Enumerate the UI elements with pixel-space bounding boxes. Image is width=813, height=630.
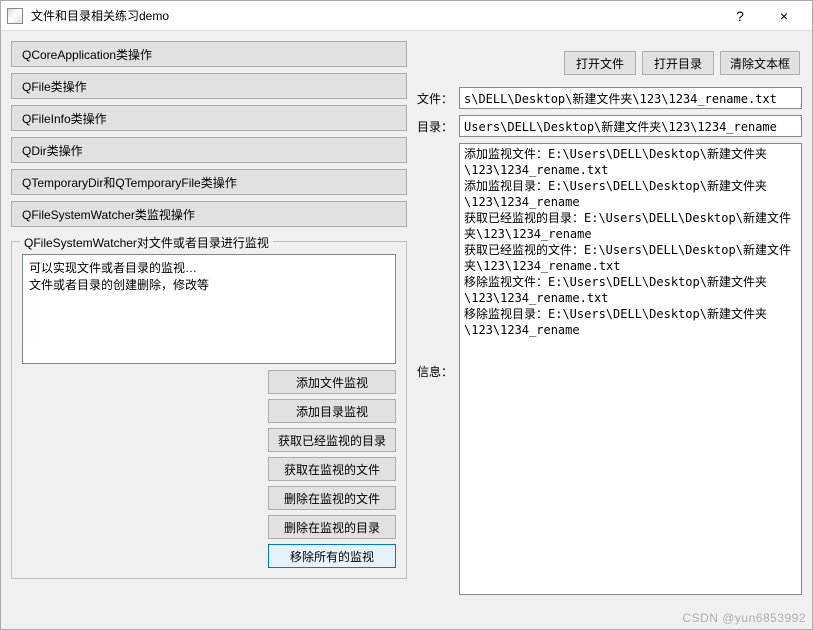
- clear-textbox-button[interactable]: 清除文本框: [720, 51, 800, 75]
- app-window: 文件和目录相关练习demo ? × QCoreApplication类操作 QF…: [0, 0, 813, 630]
- open-dir-button[interactable]: 打开目录: [642, 51, 714, 75]
- file-input[interactable]: [459, 87, 802, 109]
- add-file-watch-button[interactable]: 添加文件监视: [268, 370, 396, 394]
- qfilesystemwatcher-button[interactable]: QFileSystemWatcher类监视操作: [11, 201, 407, 227]
- watcher-groupbox: QFileSystemWatcher对文件或者目录进行监视 可以实现文件或者目录…: [11, 241, 407, 579]
- app-icon: [7, 8, 23, 24]
- watcher-button-stack: 添加文件监视 添加目录监视 获取已经监视的目录 获取在监视的文件 删除在监视的文…: [22, 370, 396, 568]
- qtemporary-button[interactable]: QTemporaryDir和QTemporaryFile类操作: [11, 169, 407, 195]
- get-watched-dirs-button[interactable]: 获取已经监视的目录: [268, 428, 396, 452]
- file-label: 文件：: [417, 90, 453, 107]
- description-box[interactable]: 可以实现文件或者目录的监视… 文件或者目录的创建删除，修改等: [22, 254, 396, 364]
- remove-watched-files-button[interactable]: 删除在监视的文件: [268, 486, 396, 510]
- open-file-button[interactable]: 打开文件: [564, 51, 636, 75]
- remove-all-watches-button[interactable]: 移除所有的监视: [268, 544, 396, 568]
- left-column: QCoreApplication类操作 QFile类操作 QFileInfo类操…: [11, 41, 407, 619]
- window-title: 文件和目录相关练习demo: [31, 7, 718, 24]
- dir-label: 目录：: [417, 118, 453, 135]
- content-area: QCoreApplication类操作 QFile类操作 QFileInfo类操…: [1, 31, 812, 629]
- add-dir-watch-button[interactable]: 添加目录监视: [268, 399, 396, 423]
- file-row: 文件：: [417, 87, 802, 109]
- right-column: 打开文件 打开目录 清除文本框 文件： 目录： 信息：: [417, 41, 802, 619]
- qdir-button[interactable]: QDir类操作: [11, 137, 407, 163]
- qfile-button[interactable]: QFile类操作: [11, 73, 407, 99]
- close-button[interactable]: ×: [762, 1, 806, 31]
- info-textarea[interactable]: [459, 143, 802, 595]
- info-row: 信息：: [417, 143, 802, 619]
- qcoreapplication-button[interactable]: QCoreApplication类操作: [11, 41, 407, 67]
- top-button-row: 打开文件 打开目录 清除文本框: [417, 41, 802, 81]
- help-button[interactable]: ?: [718, 1, 762, 31]
- qfileinfo-button[interactable]: QFileInfo类操作: [11, 105, 407, 131]
- info-label: 信息：: [417, 143, 453, 380]
- remove-watched-dirs-button[interactable]: 删除在监视的目录: [268, 515, 396, 539]
- titlebar: 文件和目录相关练习demo ? ×: [1, 1, 812, 31]
- dir-input[interactable]: [459, 115, 802, 137]
- dir-row: 目录：: [417, 115, 802, 137]
- groupbox-title: QFileSystemWatcher对文件或者目录进行监视: [20, 234, 273, 251]
- get-watched-files-button[interactable]: 获取在监视的文件: [268, 457, 396, 481]
